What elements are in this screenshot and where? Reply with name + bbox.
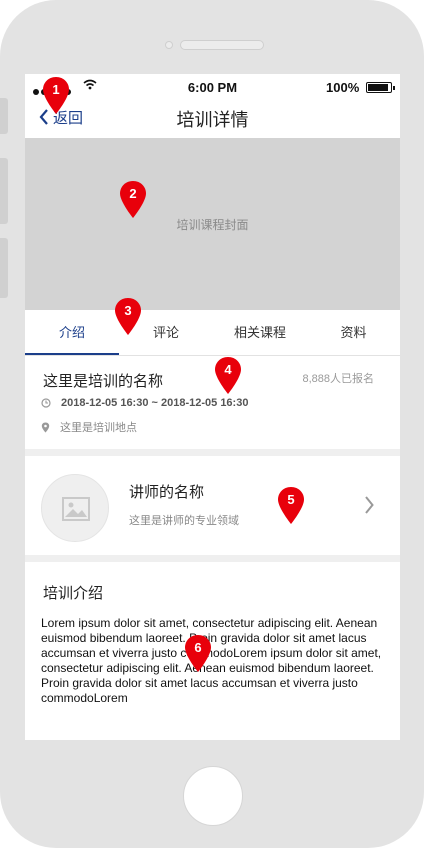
training-location: 这里是培训地点: [60, 422, 137, 434]
cover-placeholder-label: 培训课程封面: [176, 218, 249, 232]
image-placeholder-icon: [62, 497, 90, 521]
annotation-marker-5: 5: [276, 486, 306, 526]
mute-switch: [0, 98, 8, 134]
training-datetime: 2018-12-05 16:30 ~ 2018-12-05 16:30: [61, 397, 249, 409]
marker-number: 4: [224, 362, 232, 377]
marker-number: 5: [287, 492, 295, 507]
status-bar: 6:00 PM 100%: [25, 74, 400, 100]
marker-number: 6: [194, 640, 202, 655]
lecturer-card[interactable]: 讲师的名称 这里是讲师的专业领域: [25, 456, 400, 555]
course-cover-image: 培训课程封面: [25, 138, 400, 310]
tab-bar: 介绍 评论 相关课程 资料: [25, 310, 400, 356]
training-location-row: 这里是培训地点: [41, 419, 137, 435]
lecturer-name: 讲师的名称: [129, 484, 205, 501]
marker-number: 1: [52, 82, 60, 97]
battery-icon: [366, 82, 395, 93]
section-divider: [25, 449, 400, 456]
page-title: 培训详情: [176, 110, 249, 130]
volume-up-button: [0, 158, 8, 224]
enrolled-count: 8,888人已报名: [302, 373, 374, 385]
volume-down-button: [0, 238, 8, 298]
annotation-marker-3: 3: [113, 297, 143, 337]
annotation-marker-2: 2: [118, 180, 148, 220]
camera-icon: [165, 41, 173, 49]
training-name: 这里是培训的名称: [43, 373, 164, 390]
training-datetime-row: 2018-12-05 16:30 ~ 2018-12-05 16:30: [41, 397, 248, 409]
battery-percentage: 100%: [326, 80, 360, 95]
navigation-bar: 返回 培训详情: [25, 100, 400, 138]
home-button[interactable]: [183, 766, 243, 826]
section-divider: [25, 555, 400, 562]
chevron-right-icon: [365, 496, 374, 514]
tab-intro[interactable]: 介绍: [25, 310, 119, 355]
lecturer-field: 这里是讲师的专业领域: [129, 515, 239, 527]
marker-number: 3: [124, 303, 132, 318]
annotation-marker-1: 1: [41, 76, 71, 116]
intro-title: 培训介绍: [43, 585, 104, 602]
tab-related-courses[interactable]: 相关课程: [213, 310, 307, 355]
speaker-grille: [180, 40, 264, 50]
tab-materials[interactable]: 资料: [307, 310, 400, 355]
clock-icon: [41, 398, 51, 408]
location-pin-icon: [41, 422, 50, 432]
intro-body: Lorem ipsum dolor sit amet, consectetur …: [41, 616, 382, 705]
annotation-marker-4: 4: [213, 356, 243, 396]
lecturer-avatar: [41, 474, 109, 542]
marker-number: 2: [129, 186, 137, 201]
annotation-marker-6: 6: [183, 634, 213, 674]
